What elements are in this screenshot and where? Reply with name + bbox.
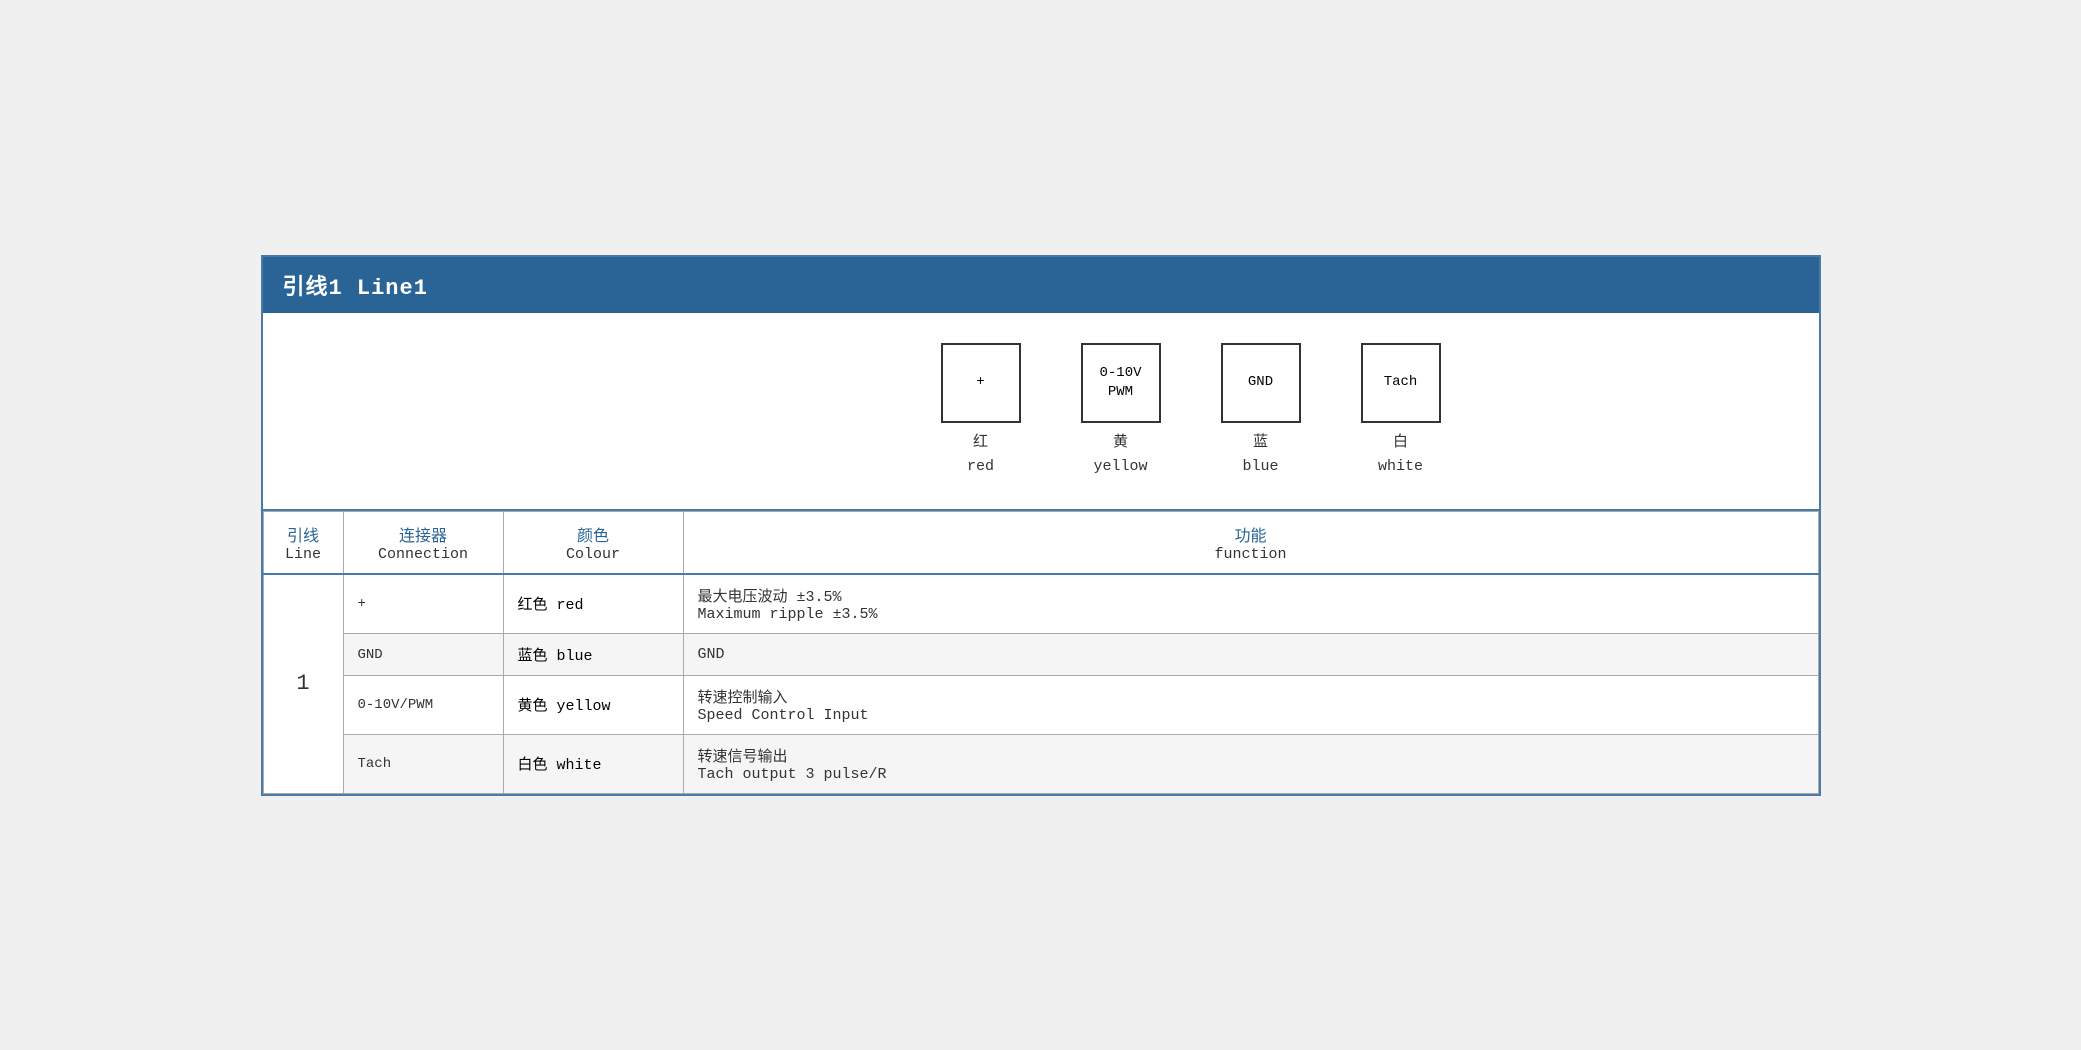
colour-value: 白色 white	[518, 757, 602, 774]
function-cell: 转速信号输出 Tach output 3 pulse/R	[683, 734, 1818, 793]
connector-pwm: 0-10VPWM 黄 yellow	[1081, 343, 1161, 479]
colour-value: 蓝色 blue	[518, 648, 593, 665]
colour-value: 红色 red	[518, 597, 584, 614]
func-en: Maximum ripple ±3.5%	[698, 606, 1804, 623]
func-cn: 转速控制输入	[698, 686, 1804, 707]
main-table: 引线 Line 连接器 Connection 颜色 Colour 功能 func…	[263, 511, 1819, 794]
function-cell: GND	[683, 633, 1818, 675]
label-cn: 蓝	[1253, 434, 1268, 451]
table-row: GND 蓝色 blue GND	[263, 633, 1818, 675]
connector-tach: Tach 白 white	[1361, 343, 1441, 479]
connector-box-gnd: GND	[1221, 343, 1301, 423]
label-cn: 红	[973, 434, 988, 451]
table-row: 0-10V/PWM 黄色 yellow 转速控制输入 Speed Control…	[263, 675, 1818, 734]
col-header-colour: 颜色 Colour	[503, 511, 683, 574]
connection-label: +	[358, 596, 366, 612]
col-header-line: 引线 Line	[263, 511, 343, 574]
connector-label-plus: 红 red	[967, 431, 994, 479]
colour-cell: 黄色 yellow	[503, 675, 683, 734]
colour-cell: 蓝色 blue	[503, 633, 683, 675]
table-row: Tach 白色 white 转速信号输出 Tach output 3 pulse…	[263, 734, 1818, 793]
diagram-section: + 红 red 0-10VPWM 黄 yellow GND 蓝 blue	[263, 313, 1819, 511]
connection-cell: +	[343, 574, 503, 634]
line-header-en: Line	[278, 546, 329, 563]
func-cn: 最大电压波动 ±3.5%	[698, 585, 1804, 606]
connection-label: 0-10V/PWM	[358, 697, 434, 713]
label-en: blue	[1242, 458, 1278, 475]
connector-diagram: + 红 red 0-10VPWM 黄 yellow GND 蓝 blue	[941, 343, 1441, 479]
connector-plus: + 红 red	[941, 343, 1021, 479]
func-cn: GND	[698, 646, 1804, 663]
colour-cell: 红色 red	[503, 574, 683, 634]
label-en: yellow	[1093, 458, 1147, 475]
colour-header-cn: 颜色	[518, 522, 669, 546]
connection-label: Tach	[358, 756, 392, 772]
label-cn: 黄	[1113, 434, 1128, 451]
table-section: 引线 Line 连接器 Connection 颜色 Colour 功能 func…	[263, 511, 1819, 794]
colour-header-en: Colour	[518, 546, 669, 563]
func-header-en: function	[698, 546, 1804, 563]
colour-cell: 白色 white	[503, 734, 683, 793]
header-title: 引线1 Line1	[283, 276, 428, 301]
col-header-conn: 连接器 Connection	[343, 511, 503, 574]
connector-box-plus: +	[941, 343, 1021, 423]
func-cn: 转速信号输出	[698, 745, 1804, 766]
table-row: 1 + 红色 red 最大电压波动 ±3.5% Maximum ripple ±…	[263, 574, 1818, 634]
connection-cell: GND	[343, 633, 503, 675]
conn-header-cn: 连接器	[358, 522, 489, 546]
function-cell: 转速控制输入 Speed Control Input	[683, 675, 1818, 734]
connector-gnd: GND 蓝 blue	[1221, 343, 1301, 479]
connector-box-tach: Tach	[1361, 343, 1441, 423]
line-number: 1	[296, 671, 309, 696]
connection-cell: 0-10V/PWM	[343, 675, 503, 734]
label-en: white	[1378, 458, 1423, 475]
function-cell: 最大电压波动 ±3.5% Maximum ripple ±3.5%	[683, 574, 1818, 634]
func-en: Tach output 3 pulse/R	[698, 766, 1804, 783]
label-en: red	[967, 458, 994, 475]
connector-label-gnd: 蓝 blue	[1242, 431, 1278, 479]
connector-label-tach: 白 white	[1378, 431, 1423, 479]
connection-cell: Tach	[343, 734, 503, 793]
connector-label-pwm: 黄 yellow	[1093, 431, 1147, 479]
line-number-cell: 1	[263, 574, 343, 794]
func-en: Speed Control Input	[698, 707, 1804, 724]
func-header-cn: 功能	[698, 522, 1804, 546]
connection-label: GND	[358, 647, 383, 663]
col-header-func: 功能 function	[683, 511, 1818, 574]
label-cn: 白	[1393, 434, 1408, 451]
colour-value: 黄色 yellow	[518, 698, 611, 715]
page-header: 引线1 Line1	[263, 257, 1819, 313]
table-header-row: 引线 Line 连接器 Connection 颜色 Colour 功能 func…	[263, 511, 1818, 574]
connector-box-pwm: 0-10VPWM	[1081, 343, 1161, 423]
main-container: 引线1 Line1 + 红 red 0-10VPWM 黄 yellow GND	[261, 255, 1821, 796]
conn-header-en: Connection	[358, 546, 489, 563]
line-header-cn: 引线	[278, 522, 329, 546]
